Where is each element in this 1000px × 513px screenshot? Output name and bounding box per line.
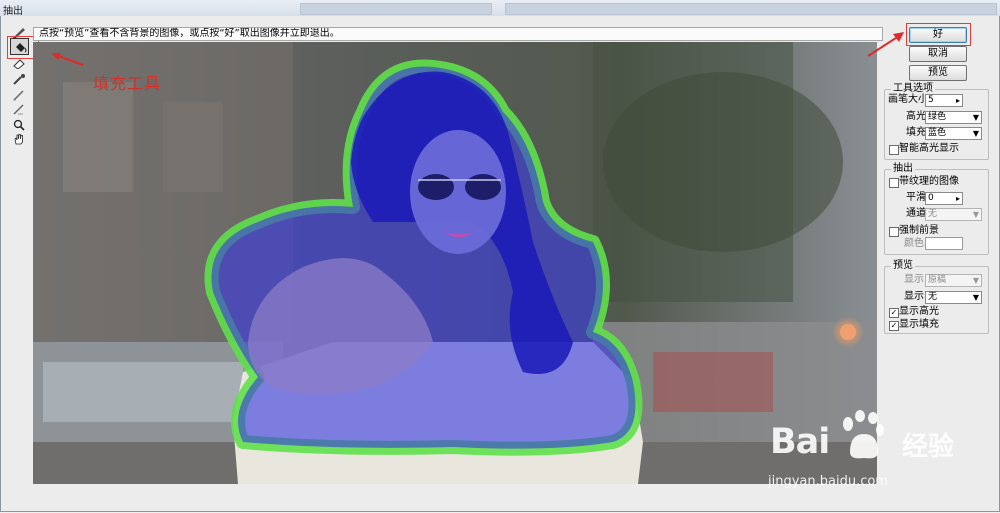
baidu-watermark: Bai 经验 jingyan.baidu.com <box>764 402 964 492</box>
smart-highlight-label: 智能高光显示 <box>899 143 959 154</box>
highlight-value: 绿色 <box>928 112 947 122</box>
zoom-tool-button[interactable] <box>10 118 28 132</box>
hand-icon <box>14 134 23 145</box>
show-label: 显示: <box>904 274 928 285</box>
cleanup-tool-button[interactable] <box>10 88 28 102</box>
background-tab <box>300 3 492 15</box>
channel-select[interactable]: 无 ▼ <box>925 208 982 221</box>
brush-size-value: 5 <box>928 95 934 105</box>
display-select[interactable]: 无 ▼ <box>925 291 982 304</box>
force-foreground-label: 强制前景 <box>899 225 939 236</box>
background-tab <box>505 3 997 15</box>
preview-legend: 预览 <box>893 260 913 271</box>
slider-arrow-icon[interactable]: ▸ <box>956 95 960 106</box>
ok-callout-arrow-icon <box>867 32 904 57</box>
chevron-down-icon: ▼ <box>972 293 979 302</box>
brush-size-input[interactable]: 5 ▸ <box>925 94 963 107</box>
textured-image-label: 带纹理的图像 <box>899 176 959 187</box>
eyedropper-tool-button[interactable] <box>10 72 28 86</box>
fill-color-value: 蓝色 <box>928 128 947 138</box>
tool-options-legend: 工具选项 <box>893 83 933 94</box>
smart-highlight-checkbox[interactable] <box>889 145 899 155</box>
chevron-down-icon: ▼ <box>972 113 979 122</box>
cancel-button[interactable]: 取消 <box>909 46 967 62</box>
force-foreground-checkbox[interactable] <box>889 227 899 237</box>
show-fill-checkbox[interactable]: ✓ <box>889 321 899 331</box>
window-title: 抽出 <box>3 6 23 17</box>
textured-image-checkbox[interactable] <box>889 178 899 188</box>
color-label: 颜色: <box>904 238 928 249</box>
edge-touchup-icon <box>13 104 24 115</box>
callout-arrow-icon <box>51 53 84 66</box>
edge-touchup-tool-button[interactable] <box>10 102 28 116</box>
smooth-value: 0 <box>928 193 934 203</box>
photo-illustration <box>33 42 877 484</box>
show-highlight-label: 显示高光 <box>899 306 939 317</box>
fill-color-select[interactable]: 蓝色 ▼ <box>925 127 982 140</box>
image-preview-canvas[interactable] <box>33 42 877 484</box>
fill-tool-annotation: 填充工具 <box>93 74 162 93</box>
eyedropper-icon <box>13 74 25 85</box>
show-highlight-checkbox[interactable]: ✓ <box>889 308 899 318</box>
chevron-down-icon: ▼ <box>972 276 979 285</box>
title-bar: 抽出 <box>0 0 1000 17</box>
watermark-brand-cn: 经验 <box>902 432 955 462</box>
instruction-text: 点按“预览”查看不含背景的图像，或点按“好”取出图像并立即退出。 <box>33 27 883 41</box>
chevron-down-icon: ▼ <box>972 210 979 219</box>
smooth-input[interactable]: 0 ▸ <box>925 192 963 205</box>
paw-logo-icon <box>843 410 884 459</box>
extraction-legend: 抽出 <box>893 163 913 174</box>
display-value: 无 <box>928 292 938 302</box>
slider-arrow-icon[interactable]: ▸ <box>956 193 960 204</box>
foreground-color-swatch[interactable] <box>925 237 963 250</box>
show-value: 原稿 <box>928 275 947 285</box>
magnifier-icon <box>13 119 25 131</box>
show-select[interactable]: 原稿 ▼ <box>925 274 982 287</box>
highlight-select[interactable]: 绿色 ▼ <box>925 111 982 124</box>
channel-value: 无 <box>928 209 938 219</box>
watermark-brand: Bai <box>770 422 830 462</box>
hand-tool-button[interactable] <box>10 132 28 146</box>
display-label: 显示: <box>904 291 928 302</box>
watermark-url: jingyan.baidu.com <box>768 474 888 489</box>
show-fill-label: 显示填充 <box>899 319 939 330</box>
chevron-down-icon: ▼ <box>972 129 979 138</box>
preview-button[interactable]: 预览 <box>909 65 967 81</box>
cleanup-brush-icon <box>13 90 24 101</box>
ok-button[interactable]: 好 <box>909 27 967 43</box>
